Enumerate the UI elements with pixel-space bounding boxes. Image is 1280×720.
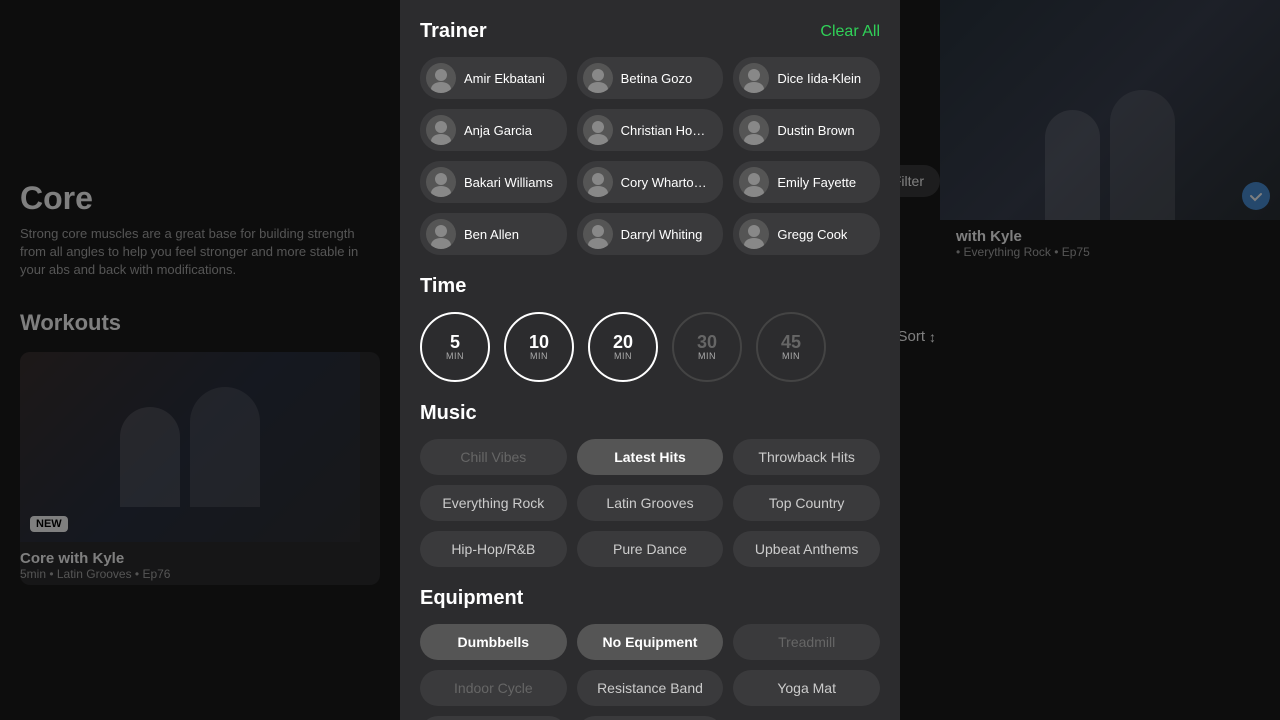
equipment-chip-rower[interactable]: Rower	[577, 716, 724, 720]
time-value-45: 45	[781, 333, 801, 351]
time-circle-30[interactable]: 30 MIN	[672, 312, 742, 382]
clear-all-button[interactable]: Clear All	[820, 23, 880, 41]
trainer-name-betina: Betina Gozo	[621, 71, 693, 86]
trainer-avatar-dice	[739, 63, 769, 93]
equipment-chip-treadmill[interactable]: Treadmill	[733, 624, 880, 660]
music-chip-pure-dance[interactable]: Pure Dance	[577, 531, 724, 567]
trainer-avatar-darryl	[583, 219, 613, 249]
equipment-chip-mat[interactable]: Mat	[420, 716, 567, 720]
equipment-chip-resistance-band[interactable]: Resistance Band	[577, 670, 724, 706]
time-unit-45: MIN	[782, 351, 800, 361]
music-chip-latin-grooves[interactable]: Latin Grooves	[577, 485, 724, 521]
trainer-row-4: Ben Allen Darryl Whiting Gregg Cook	[420, 213, 880, 255]
music-section-title: Music	[420, 402, 880, 425]
trainer-avatar-cory	[583, 167, 613, 197]
time-unit-5: MIN	[446, 351, 464, 361]
trainer-chip-cory[interactable]: Cory Wharton-Malcolm	[577, 161, 724, 203]
music-chip-everything-rock[interactable]: Everything Rock	[420, 485, 567, 521]
time-value-10: 10	[529, 333, 549, 351]
music-chip-chill-vibes[interactable]: Chill Vibes	[420, 439, 567, 475]
music-chip-upbeat-anthems[interactable]: Upbeat Anthems	[733, 531, 880, 567]
trainer-name-amir: Amir Ekbatani	[464, 71, 545, 86]
trainer-chip-bakari[interactable]: Bakari Williams	[420, 161, 567, 203]
trainer-row-1: Amir Ekbatani Betina Gozo Dice Iida-Klei…	[420, 57, 880, 99]
trainer-avatar-betina	[583, 63, 613, 93]
trainer-chip-dustin[interactable]: Dustin Brown	[733, 109, 880, 151]
equipment-chip-no-equipment[interactable]: No Equipment	[577, 624, 724, 660]
music-chip-throwback-hits[interactable]: Throwback Hits	[733, 439, 880, 475]
trainer-avatar-emily	[739, 167, 769, 197]
trainer-chip-anja[interactable]: Anja Garcia	[420, 109, 567, 151]
trainer-name-dustin: Dustin Brown	[777, 123, 854, 138]
time-value-20: 20	[613, 333, 633, 351]
time-value-5: 5	[450, 333, 460, 351]
equipment-chip-grid: Dumbbells No Equipment Treadmill Indoor …	[420, 624, 880, 720]
time-circles: 5 MIN 10 MIN 20 MIN 30 MIN 45 MIN	[420, 312, 880, 382]
equipment-section-title: Equipment	[420, 587, 880, 610]
trainer-chip-emily[interactable]: Emily Fayette	[733, 161, 880, 203]
music-chip-grid: Chill Vibes Latest Hits Throwback Hits E…	[420, 439, 880, 567]
trainer-name-dice: Dice Iida-Klein	[777, 71, 861, 86]
trainer-name-darryl: Darryl Whiting	[621, 227, 703, 242]
trainer-name-gregg: Gregg Cook	[777, 227, 847, 242]
filter-modal: Trainer Clear All Amir Ekbatani Betina G…	[400, 0, 900, 720]
trainer-row-3: Bakari Williams Cory Wharton-Malcolm Emi…	[420, 161, 880, 203]
trainer-row-2: Anja Garcia Christian Howard Dustin Brow…	[420, 109, 880, 151]
trainer-chip-christian[interactable]: Christian Howard	[577, 109, 724, 151]
time-section-title: Time	[420, 275, 880, 298]
time-unit-20: MIN	[614, 351, 632, 361]
trainer-avatar-dustin	[739, 115, 769, 145]
music-chip-top-country[interactable]: Top Country	[733, 485, 880, 521]
trainer-section-title: Trainer	[420, 20, 487, 43]
equipment-chip-yoga-mat[interactable]: Yoga Mat	[733, 670, 880, 706]
trainer-chip-betina[interactable]: Betina Gozo	[577, 57, 724, 99]
trainer-avatar-gregg	[739, 219, 769, 249]
trainer-chip-amir[interactable]: Amir Ekbatani	[420, 57, 567, 99]
time-value-30: 30	[697, 333, 717, 351]
time-circle-45[interactable]: 45 MIN	[756, 312, 826, 382]
trainer-avatar-amir	[426, 63, 456, 93]
trainer-avatar-ben	[426, 219, 456, 249]
trainer-avatar-anja	[426, 115, 456, 145]
music-chip-hip-hop[interactable]: Hip-Hop/R&B	[420, 531, 567, 567]
trainer-name-emily: Emily Fayette	[777, 175, 856, 190]
time-circle-20[interactable]: 20 MIN	[588, 312, 658, 382]
trainer-name-ben: Ben Allen	[464, 227, 519, 242]
trainer-chip-ben[interactable]: Ben Allen	[420, 213, 567, 255]
trainer-name-bakari: Bakari Williams	[464, 175, 553, 190]
time-circle-10[interactable]: 10 MIN	[504, 312, 574, 382]
time-unit-10: MIN	[530, 351, 548, 361]
music-chip-latest-hits[interactable]: Latest Hits	[577, 439, 724, 475]
trainer-chip-dice[interactable]: Dice Iida-Klein	[733, 57, 880, 99]
trainer-avatar-bakari	[426, 167, 456, 197]
time-unit-30: MIN	[698, 351, 716, 361]
trainer-chip-darryl[interactable]: Darryl Whiting	[577, 213, 724, 255]
equipment-chip-dumbbells[interactable]: Dumbbells	[420, 624, 567, 660]
time-circle-5[interactable]: 5 MIN	[420, 312, 490, 382]
trainer-header: Trainer Clear All	[420, 0, 880, 43]
trainer-name-anja: Anja Garcia	[464, 123, 532, 138]
trainer-name-christian: Christian Howard	[621, 123, 712, 138]
trainer-avatar-christian	[583, 115, 613, 145]
trainer-name-cory: Cory Wharton-Malcolm	[621, 175, 712, 190]
trainer-chip-gregg[interactable]: Gregg Cook	[733, 213, 880, 255]
equipment-chip-indoor-cycle[interactable]: Indoor Cycle	[420, 670, 567, 706]
